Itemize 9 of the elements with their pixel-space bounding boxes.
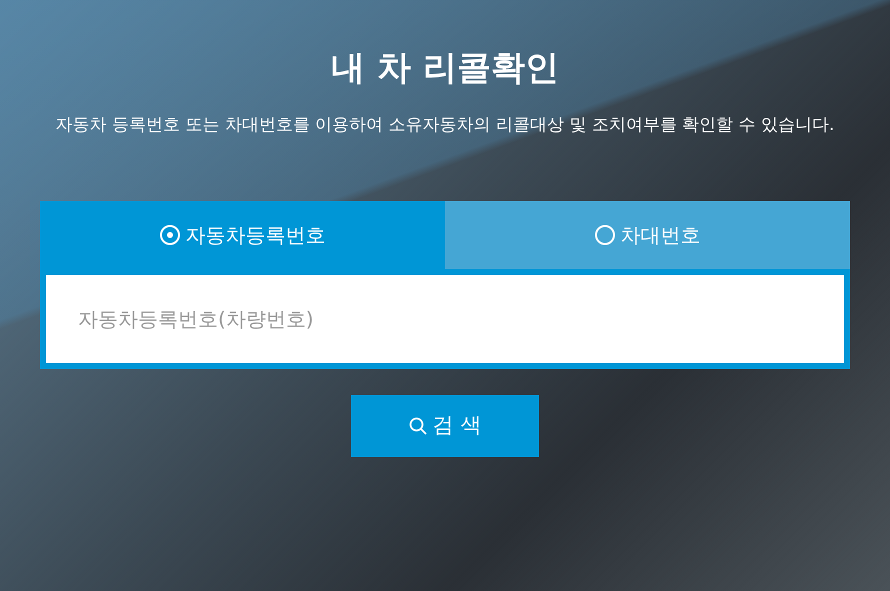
search-button[interactable]: 검 색 <box>351 394 539 457</box>
radio-icon <box>594 224 614 245</box>
page-title: 내 차 리콜확인 <box>331 48 559 89</box>
search-field[interactable]: 자동차등록번호(차량번호) <box>40 268 850 369</box>
search-type-tab[interactable]: 차대번호 <box>445 200 850 269</box>
radio-checked-icon <box>160 224 180 245</box>
search-type-tab[interactable]: 자동차등록번호 <box>40 200 445 269</box>
search-icon <box>408 416 427 435</box>
description-text: 자동차 등록번호 또는 차대번호를 이용하여 소유자동차의 리콜대상 및 조치여부를 확인할 수 있습니다. <box>54 114 836 137</box>
